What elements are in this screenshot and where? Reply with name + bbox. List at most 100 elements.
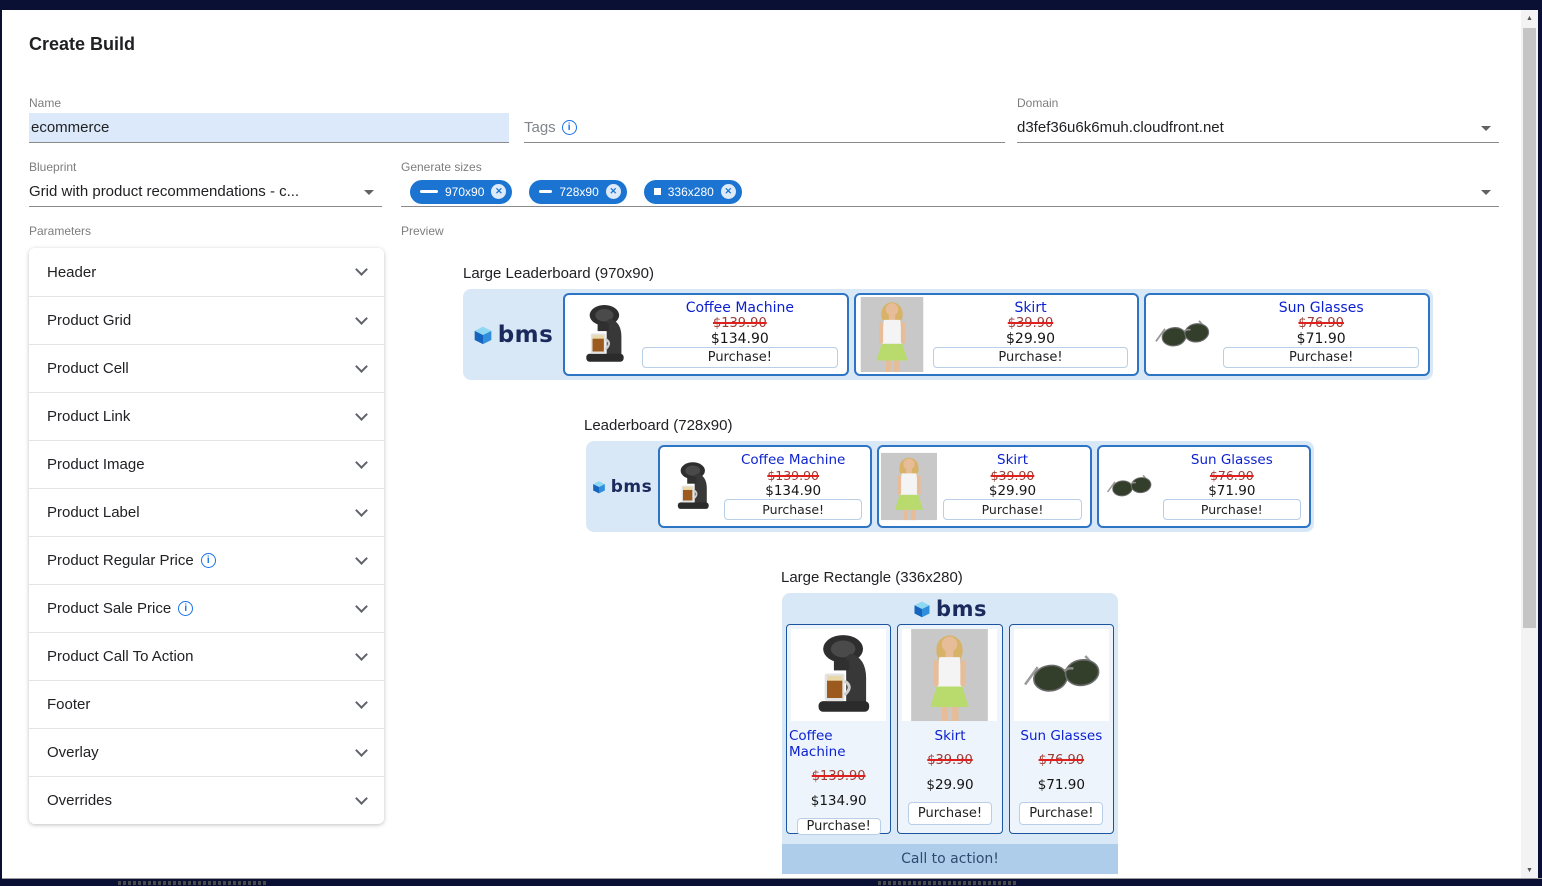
product-name-link[interactable]: Coffee Machine <box>686 300 794 316</box>
product-cell-sun-glasses[interactable]: Sun Glasses $76.90 $71.90 Purchase! <box>1144 293 1430 376</box>
product-sale-price: $71.90 <box>1208 483 1255 499</box>
bms-cube-icon <box>913 600 931 618</box>
param-item-overlay[interactable]: Overlay <box>29 728 384 776</box>
close-icon[interactable] <box>491 184 506 199</box>
chip-label: 336x280 <box>668 185 714 199</box>
purchase-button[interactable]: Purchase! <box>797 818 881 835</box>
product-name-link[interactable]: Coffee Machine <box>789 728 888 760</box>
call-to-action-bar[interactable]: Call to action! <box>782 844 1118 874</box>
bms-logo-text: bms <box>611 477 653 497</box>
scroll-up-icon[interactable] <box>1521 10 1538 26</box>
product-name-link[interactable]: Skirt <box>935 728 966 744</box>
chevron-down-icon <box>355 360 368 373</box>
product-old-price: $76.90 <box>1039 753 1085 768</box>
screen: Create Build Name ecommerce Tags Domain … <box>0 0 1542 886</box>
name-input[interactable]: ecommerce <box>29 113 509 143</box>
size-chip-970x90[interactable]: 970x90 <box>410 180 512 204</box>
product-sale-price: $29.90 <box>926 777 973 793</box>
param-item-product-sale-price[interactable]: Product Sale Price <box>29 584 384 632</box>
product-sale-price: $71.90 <box>1297 331 1346 347</box>
product-cell-coffee-machine[interactable]: Coffee Machine $139.90 $134.90 Purchase! <box>563 293 849 376</box>
scrollbar[interactable] <box>1521 10 1538 878</box>
bms-cube-icon <box>592 480 606 494</box>
product-name-link[interactable]: Coffee Machine <box>741 452 845 468</box>
info-icon[interactable] <box>562 120 577 135</box>
domain-label: Domain <box>1017 96 1058 110</box>
info-icon[interactable] <box>178 601 193 616</box>
param-item-product-label[interactable]: Product Label <box>29 488 384 536</box>
param-item-product-grid[interactable]: Product Grid <box>29 296 384 344</box>
size-chip-728x90[interactable]: 728x90 <box>529 180 626 204</box>
product-cell-skirt[interactable]: Skirt $39.90 $29.90 Purchase! <box>897 624 1002 834</box>
chip-label: 970x90 <box>445 185 484 199</box>
domain-value: d3fef36u6k6muh.cloudfront.net <box>1017 119 1224 136</box>
product-old-price: $139.90 <box>812 769 866 784</box>
leaderboard-wide-icon <box>420 190 438 193</box>
purchase-button[interactable]: Purchase! <box>933 347 1129 368</box>
scroll-down-icon[interactable] <box>1521 862 1538 878</box>
chevron-down-icon <box>1481 126 1491 131</box>
coffee-machine-image <box>567 297 635 372</box>
purchase-button[interactable]: Purchase! <box>724 499 862 520</box>
param-item-footer[interactable]: Footer <box>29 680 384 728</box>
purchase-button[interactable]: Purchase! <box>1163 499 1301 520</box>
banner-728x90: bms Coffee Machine $139.90 $134.90 Purch… <box>586 441 1314 532</box>
product-name-link[interactable]: Sun Glasses <box>1020 728 1102 744</box>
product-name-link[interactable]: Skirt <box>997 452 1028 468</box>
chevron-down-icon <box>355 744 368 757</box>
product-name-link[interactable]: Sun Glasses <box>1279 300 1364 316</box>
product-cell-coffee-machine[interactable]: Coffee Machine $139.90 $134.90 Purchase! <box>786 624 891 834</box>
close-icon[interactable] <box>606 184 621 199</box>
banner-336-title: Large Rectangle (336x280) <box>781 569 963 586</box>
bms-cube-icon <box>473 325 493 345</box>
skirt-image <box>902 629 997 721</box>
close-icon[interactable] <box>721 184 736 199</box>
product-name-link[interactable]: Skirt <box>1014 300 1046 316</box>
purchase-button[interactable]: Purchase! <box>642 347 838 368</box>
chevron-down-icon <box>355 792 368 805</box>
purchase-button[interactable]: Purchase! <box>1223 347 1419 368</box>
bms-logo: bms <box>782 593 1118 624</box>
rectangle-icon <box>654 188 661 195</box>
product-sale-price: $71.90 <box>1038 777 1085 793</box>
product-cell-coffee-machine[interactable]: Coffee Machine $139.90 $134.90 Purchase! <box>658 445 872 528</box>
banner-970-title: Large Leaderboard (970x90) <box>463 265 654 282</box>
product-name-link[interactable]: Sun Glasses <box>1191 452 1273 468</box>
skirt-image <box>881 449 937 524</box>
coffee-machine-image <box>791 629 886 721</box>
param-item-header[interactable]: Header <box>29 248 384 296</box>
blueprint-value: Grid with product recommendations - c... <box>29 183 299 200</box>
product-cell-skirt[interactable]: Skirt $39.90 $29.90 Purchase! <box>877 445 1091 528</box>
preview-label: Preview <box>401 224 444 238</box>
product-old-price: $39.90 <box>927 753 973 768</box>
domain-select[interactable]: d3fef36u6k6muh.cloudfront.net <box>1017 113 1499 143</box>
bms-logo: bms <box>463 322 563 348</box>
chevron-down-icon <box>355 648 368 661</box>
page-title: Create Build <box>29 34 135 55</box>
clipped-text <box>878 881 1018 885</box>
purchase-button[interactable]: Purchase! <box>1019 802 1103 825</box>
sunglasses-image <box>1101 449 1157 524</box>
banner-336x280: bms Coffee Machine $139.90 $134.90 Purch… <box>782 593 1118 874</box>
param-item-product-link[interactable]: Product Link <box>29 392 384 440</box>
generate-sizes-select[interactable]: 970x90 728x90 336x280 <box>401 177 1499 207</box>
chip-label: 728x90 <box>559 185 598 199</box>
blueprint-select[interactable]: Grid with product recommendations - c... <box>29 177 382 207</box>
tags-input[interactable]: Tags <box>524 113 1005 143</box>
param-item-product-image[interactable]: Product Image <box>29 440 384 488</box>
param-item-product-cell[interactable]: Product Cell <box>29 344 384 392</box>
purchase-button[interactable]: Purchase! <box>908 802 992 825</box>
scrollbar-thumb[interactable] <box>1523 28 1536 628</box>
product-old-price: $76.90 <box>1210 468 1254 483</box>
param-item-product-regular-price[interactable]: Product Regular Price <box>29 536 384 584</box>
info-icon[interactable] <box>201 553 216 568</box>
product-cell-sun-glasses[interactable]: Sun Glasses $76.90 $71.90 Purchase! <box>1009 624 1114 834</box>
param-item-overrides[interactable]: Overrides <box>29 776 384 824</box>
clipped-background-content <box>0 878 1542 886</box>
size-chip-336x280[interactable]: 336x280 <box>644 180 742 204</box>
sunglasses-image <box>1148 297 1216 372</box>
product-cell-sun-glasses[interactable]: Sun Glasses $76.90 $71.90 Purchase! <box>1097 445 1311 528</box>
product-cell-skirt[interactable]: Skirt $39.90 $29.90 Purchase! <box>854 293 1140 376</box>
param-item-product-call-to-action[interactable]: Product Call To Action <box>29 632 384 680</box>
purchase-button[interactable]: Purchase! <box>943 499 1081 520</box>
